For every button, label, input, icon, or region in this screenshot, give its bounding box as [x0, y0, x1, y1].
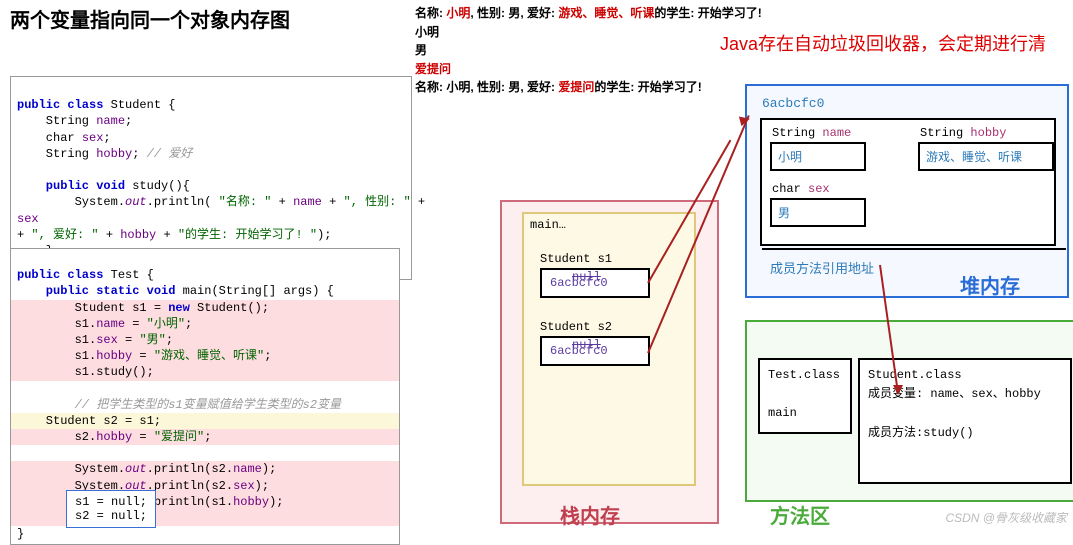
test-class-box: Test.classmain [758, 358, 852, 434]
student-class-box: Student.class成员变量: name、sex、hobby成员方法:st… [858, 358, 1072, 484]
field-hobby: 游戏、睡觉、听课 [918, 142, 1054, 171]
console-output: 名称: 小明, 性别: 男, 爱好: 游戏、睡觉、听课的学生: 开始学习了! 小… [415, 4, 762, 97]
null-assignment-box: s1 = null;s2 = null; [66, 490, 156, 528]
var-s1-value: null 6acbcfc0 [540, 268, 650, 298]
arrow-head-2 [893, 385, 903, 395]
page-title: 两个变量指向同一个对象内存图 [10, 4, 290, 33]
var-s2-value: null 6acbcfc0 [540, 336, 650, 366]
watermark: CSDN @骨灰级收藏家 [945, 509, 1067, 526]
method-reference: 成员方法引用地址 [762, 248, 1066, 277]
object-address: 6acbcfc0 [762, 96, 824, 111]
var-s1-label: Student s1 [540, 252, 612, 266]
field-sex: 男 [770, 198, 866, 227]
var-s2-label: Student s2 [540, 320, 612, 334]
main-label: main… [530, 218, 566, 232]
field-name: 小明 [770, 142, 866, 171]
stack-memory-label: 栈内存 [560, 500, 620, 529]
gc-note: Java存在自动垃圾回收器，会定期进行清 [720, 30, 1046, 56]
method-area-label: 方法区 [770, 500, 830, 529]
